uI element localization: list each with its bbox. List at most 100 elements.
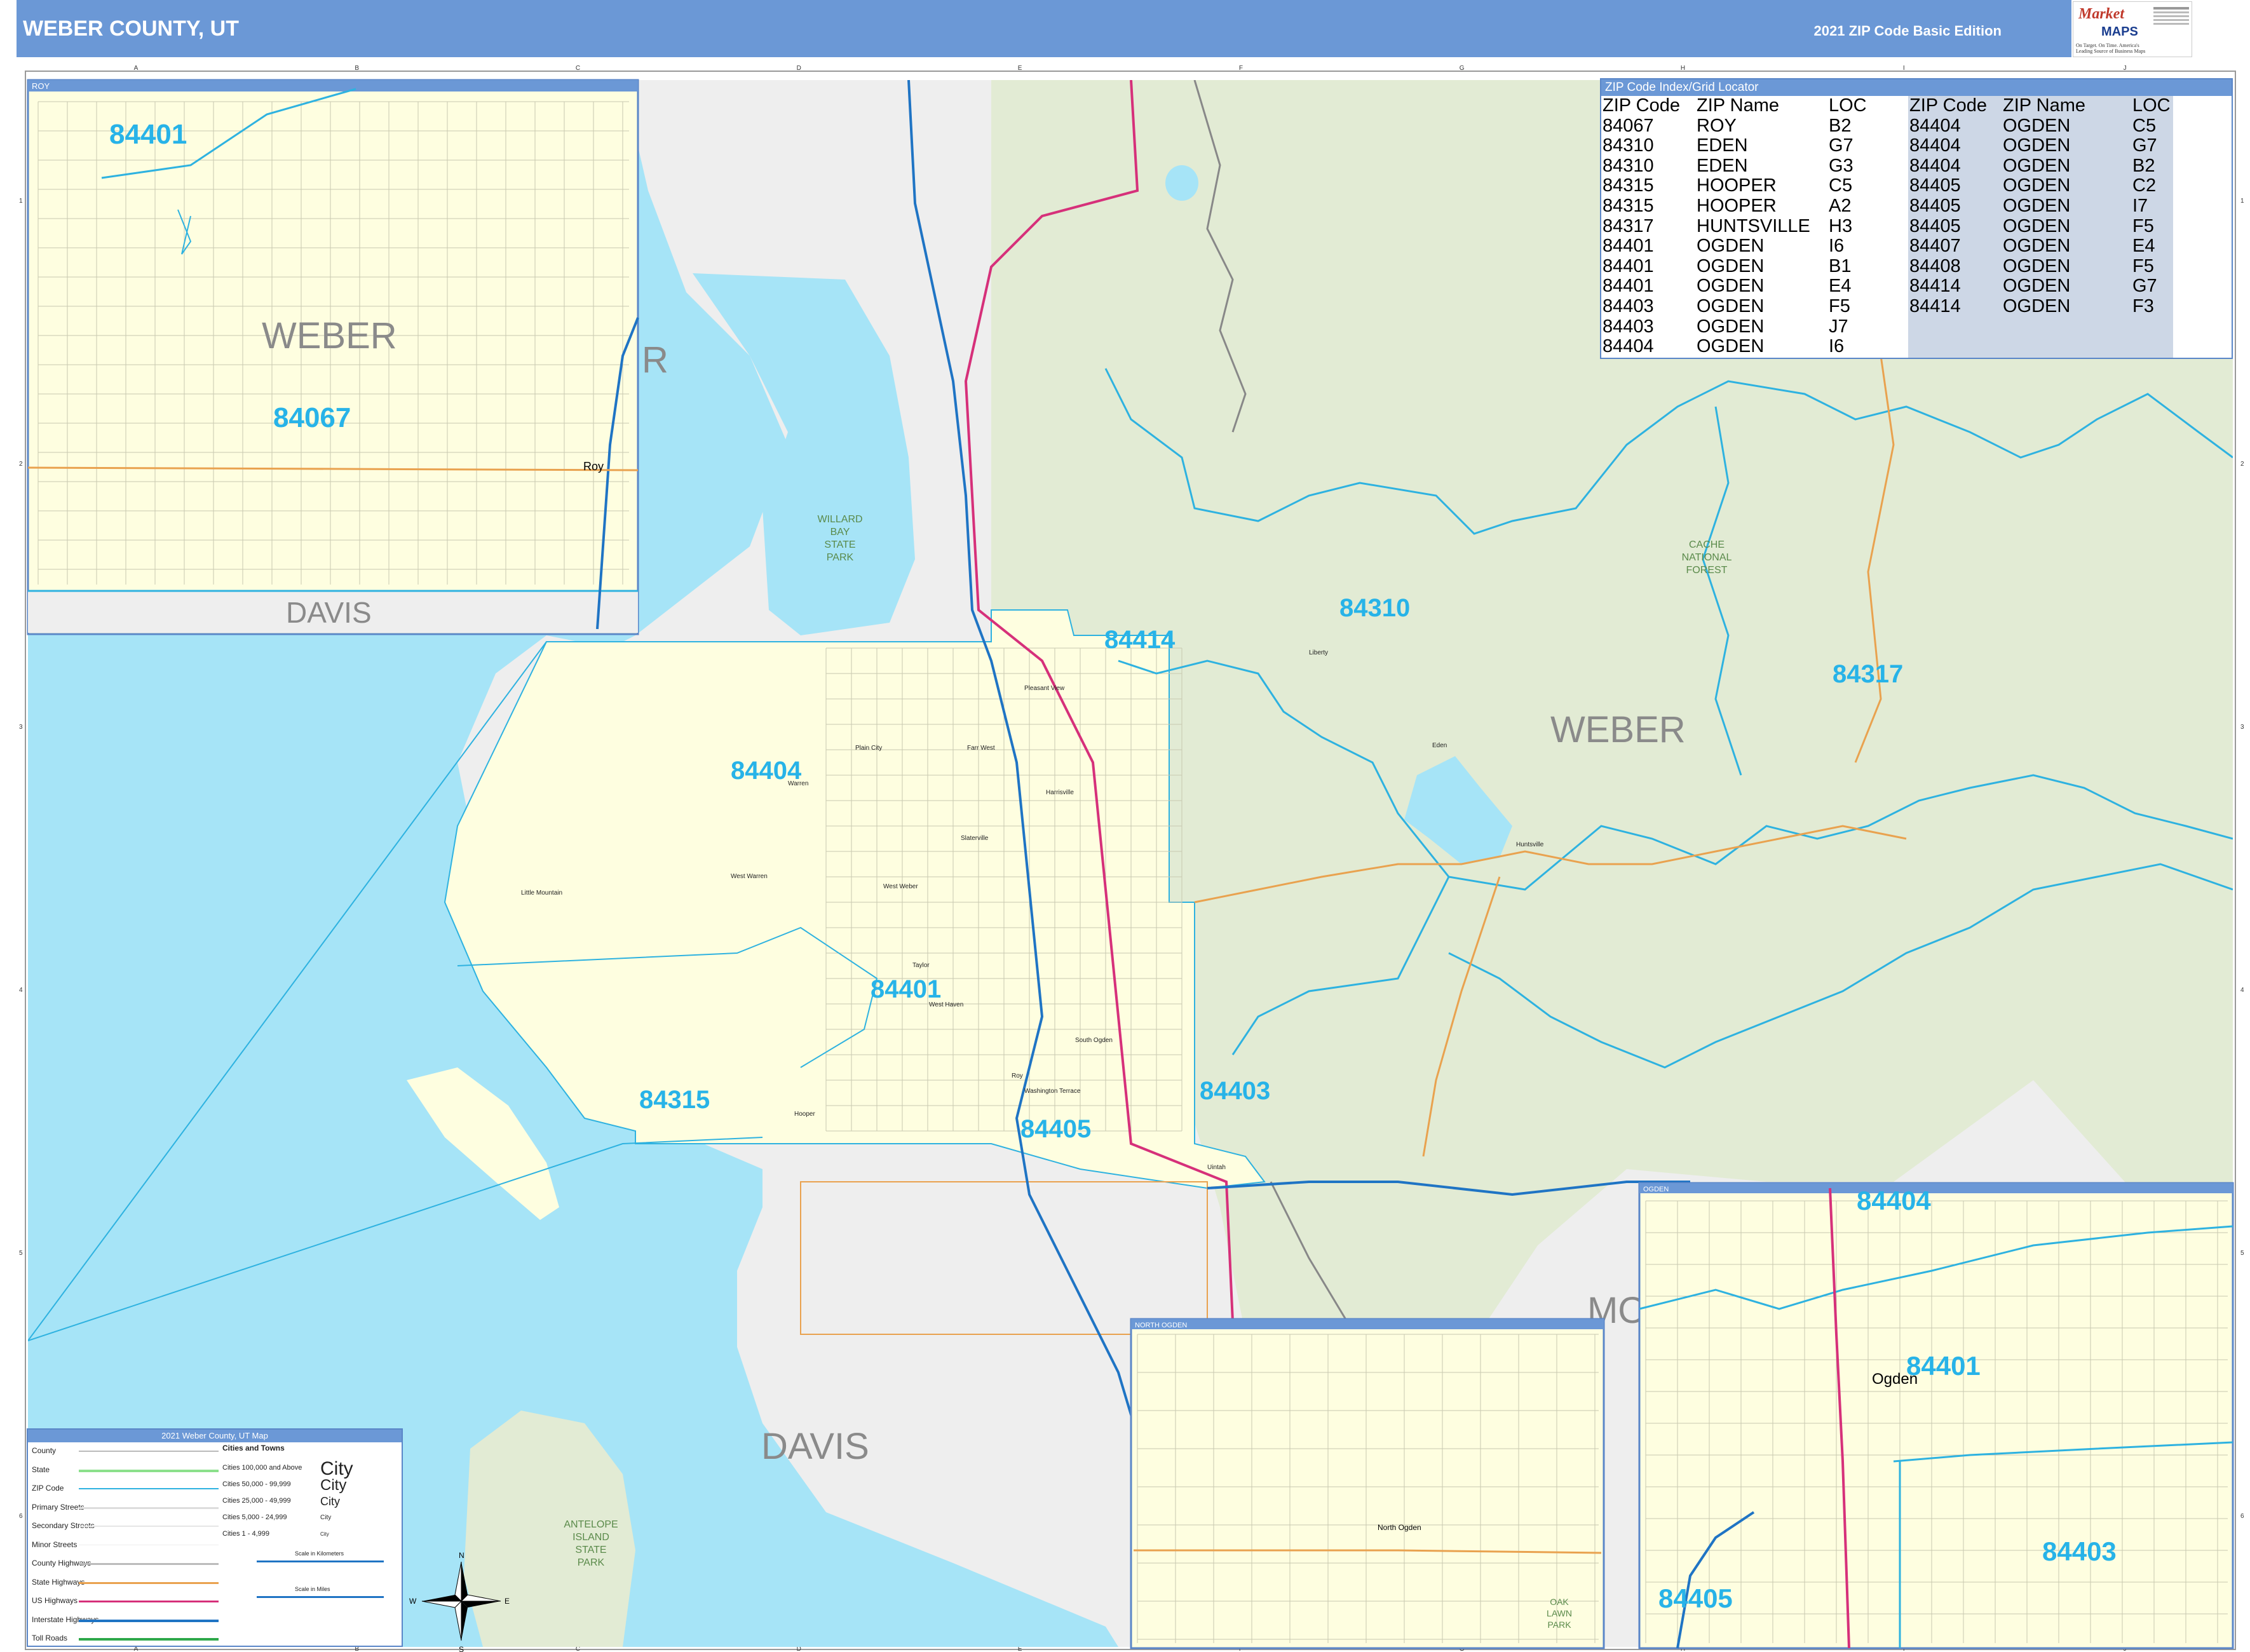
zip-index-cell: F5 <box>2132 215 2154 236</box>
zip-index-cell: HOOPER <box>1697 196 1777 216</box>
inset-roy-zip-84067: 84067 <box>273 402 351 433</box>
inset-roy[interactable]: ROY 84401 84067 WEBER DAVIS Roy <box>27 79 639 635</box>
inset-ogden[interactable]: OGDEN 84404 84401 84403 84405 Ogden <box>1638 1182 2234 1649</box>
grid-row-label: 5 <box>2240 1250 2244 1257</box>
legend-item: Primary Streets <box>32 1502 85 1512</box>
grid-row-label: 3 <box>19 724 23 731</box>
zip-index-cell: G3 <box>1829 155 1854 176</box>
zip-index-cell: OGDEN <box>2003 215 2071 236</box>
zip-index-cell: C5 <box>2132 115 2157 136</box>
zip-index-cell: EDEN <box>1697 155 1748 176</box>
zip-index-header: ZIP Name <box>1697 95 1780 116</box>
inset-north-ogden-title: NORTH OGDEN <box>1135 1322 1187 1329</box>
zip-index-cell: B1 <box>1829 255 1852 276</box>
zip-index-cell: F3 <box>2132 296 2154 316</box>
place-west-warren: West Warren <box>731 873 768 880</box>
legend-city-class: Cities 1 - 4,999 <box>222 1530 269 1538</box>
place-roy-main: Roy <box>1012 1073 1023 1080</box>
inset-ogden-header <box>1639 1183 2233 1193</box>
zip-index-cell: OGDEN <box>1697 316 1765 337</box>
zip-index-header: LOC <box>1829 95 1867 116</box>
inset-roy-zip-84401: 84401 <box>109 119 187 150</box>
inset-roy-title: ROY <box>32 81 50 91</box>
zip-index-cell: 84067 <box>1603 115 1654 136</box>
zip-index-header: ZIP Name <box>2003 95 2086 116</box>
inset-ogden-frame <box>1638 1182 2234 1649</box>
park-antelope-1: ANTELOPE <box>564 1519 618 1530</box>
grid-row-label: 6 <box>19 1513 23 1520</box>
zip-index-cell: J7 <box>1829 316 1848 337</box>
county-label-box-elder: R <box>642 339 668 381</box>
zip-index-header: LOC <box>2132 95 2171 116</box>
zip-index-cell: 84405 <box>1909 175 1961 196</box>
legend-swatch <box>79 1451 219 1452</box>
zip-label-84317: 84317 <box>1833 660 1903 688</box>
legend-item: State Highways <box>32 1577 85 1587</box>
place-little-mountain: Little Mountain <box>521 890 562 897</box>
legend-item: US Highways <box>32 1596 78 1605</box>
legend-swatch <box>79 1638 219 1641</box>
legend-item: County <box>32 1446 57 1455</box>
zip-index-title: ZIP Code Index/Grid Locator <box>1601 79 2232 96</box>
zip-index-cell: OGDEN <box>2003 155 2071 176</box>
legend-swatch <box>79 1488 219 1489</box>
inset-ogden-zip-84404: 84404 <box>1857 1186 1931 1215</box>
zip-index-cell: OGDEN <box>2003 115 2071 136</box>
zip-index-cell: G7 <box>2132 276 2157 297</box>
inset-ogden-city: Ogden <box>1872 1371 1918 1388</box>
zip-index-header: ZIP Code <box>1909 95 1987 116</box>
legend-swatch <box>79 1506 219 1509</box>
grid-row-label: 1 <box>19 198 23 205</box>
legend-swatch <box>79 1601 219 1602</box>
park-willard-4: PARK <box>827 552 854 563</box>
zip-index-cell: OGDEN <box>2003 236 2071 257</box>
place-huntsville: Huntsville <box>1516 841 1544 848</box>
zip-index-cell: OGDEN <box>2003 296 2071 316</box>
park-cache-3: FOREST <box>1686 565 1728 576</box>
zip-index-cell: OGDEN <box>2003 175 2071 196</box>
zip-index-cell: A2 <box>1829 196 1852 216</box>
grid-col-label: E <box>1018 65 1022 72</box>
grid-col-label: H <box>1681 65 1685 72</box>
grid-col-label: B <box>355 65 359 72</box>
zip-index-cell: OGDEN <box>1697 336 1765 357</box>
zip-index-cell: HOOPER <box>1697 175 1777 196</box>
place-farr-west: Farr West <box>967 745 995 752</box>
legend-city-class: Cities 100,000 and Above <box>222 1464 302 1472</box>
place-taylor: Taylor <box>912 962 930 969</box>
zip-index-cell: 84407 <box>1909 236 1961 257</box>
park-willard-3: STATE <box>824 539 855 550</box>
inset-north-ogden[interactable]: NORTH OGDEN North Ogden OAK LAWN PARK <box>1130 1318 1605 1649</box>
grid-row-label: 1 <box>2240 198 2244 205</box>
zip-index-cell: F5 <box>2132 255 2154 276</box>
place-liberty: Liberty <box>1309 649 1328 656</box>
zip-index-cell: 84414 <box>1909 296 1961 316</box>
legend-panel[interactable]: 2021 Weber County, UT Map County State ZIP… <box>27 1428 403 1647</box>
zip-index-cell: OGDEN <box>2003 276 2071 297</box>
zip-index-cell: OGDEN <box>1697 296 1765 316</box>
grid-col-label: J <box>2124 65 2127 72</box>
park-willard-1: WILLARD <box>817 514 862 525</box>
grid-row-label: 4 <box>19 987 23 994</box>
zip-label-84401: 84401 <box>871 975 941 1003</box>
park-cache-2: NATIONAL <box>1682 552 1732 563</box>
legend-title: 2021 Weber County, UT Map <box>28 1430 402 1442</box>
legend-scale-label: Scale in Kilometers <box>295 1550 344 1557</box>
zip-index-cell: 84405 <box>1909 196 1961 216</box>
legend-city-sample: City <box>320 1514 332 1521</box>
grid-col-label: A <box>134 65 139 72</box>
legend-city-class: Cities 5,000 - 24,999 <box>222 1513 287 1521</box>
zip-index-cell: 84403 <box>1603 316 1654 337</box>
legend-swatch <box>79 1581 219 1584</box>
place-harrisville: Harrisville <box>1046 789 1074 796</box>
grid-row-label: 5 <box>19 1250 23 1257</box>
legend-scale-label: Scale in Miles <box>295 1586 330 1592</box>
zip-index-panel[interactable]: ZIP Code Index/Grid Locator ZIP Code ZIP … <box>1600 78 2233 359</box>
place-uintah: Uintah <box>1207 1164 1226 1171</box>
inset-roy-frame <box>27 79 639 635</box>
inset-north-ogden-city: North Ogden <box>1378 1523 1421 1532</box>
zip-index-cell: 84404 <box>1909 155 1961 176</box>
zip-index-cell: OGDEN <box>1697 236 1765 257</box>
park-antelope-3: STATE <box>575 1545 606 1555</box>
legend-item: State <box>32 1465 50 1474</box>
